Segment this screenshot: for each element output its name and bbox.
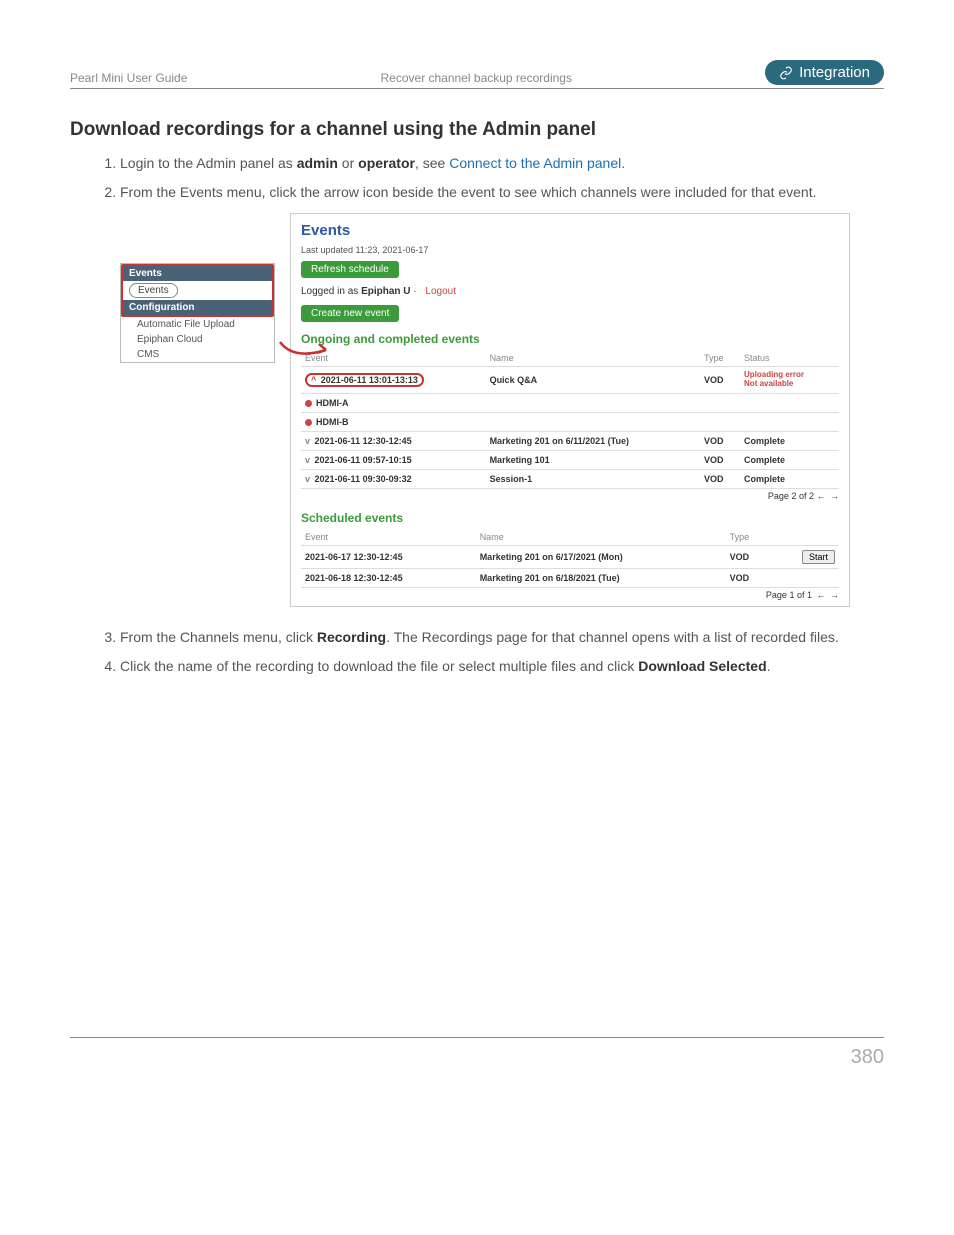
chevron-down-icon[interactable]: v (305, 474, 310, 484)
table-row[interactable]: 2021-06-17 12:30-12:45 Marketing 201 on … (301, 545, 839, 568)
step-2: From the Events menu, click the arrow ic… (120, 182, 884, 203)
chevron-up-icon[interactable]: ^ (311, 375, 316, 385)
screenshot: Events Events Configuration Automatic Fi… (120, 213, 884, 607)
link-icon (779, 66, 793, 80)
sidebar-events-head: Events (123, 266, 272, 281)
prev-page-icon[interactable]: ← (816, 491, 825, 501)
step-4: Click the name of the recording to downl… (120, 656, 884, 677)
create-event-button[interactable]: Create new event (301, 305, 399, 322)
record-dot-icon (305, 400, 312, 407)
sidebar: Events Events Configuration Automatic Fi… (120, 263, 275, 363)
ongoing-heading: Ongoing and completed events (301, 332, 839, 346)
sidebar-item-epiphan-cloud[interactable]: Epiphan Cloud (121, 332, 274, 347)
table-row[interactable]: HDMI-B (301, 412, 839, 431)
table-row[interactable]: ^ 2021-06-11 13:01-13:13 Quick Q&A VOD U… (301, 367, 839, 394)
annotation-arrow-icon (278, 338, 333, 363)
login-line: Logged in as Epiphan U · Logout (301, 286, 839, 297)
table-row[interactable]: HDMI-A (301, 393, 839, 412)
page-title: Download recordings for a channel using … (70, 119, 884, 141)
pager-scheduled: Page 1 of 1 ← → (301, 590, 839, 600)
integration-badge: Integration (765, 60, 884, 85)
table-row[interactable]: v 2021-06-11 09:30-09:32 Session-1 VOD C… (301, 469, 839, 488)
ongoing-table: Event Name Type Status ^ 2021-06-11 13:0… (301, 350, 839, 489)
chevron-down-icon[interactable]: v (305, 455, 310, 465)
table-row[interactable]: v 2021-06-11 12:30-12:45 Marketing 201 o… (301, 431, 839, 450)
start-button[interactable]: Start (802, 550, 835, 564)
scheduled-table: Event Name Type 2021-06-17 12:30-12:45 M… (301, 529, 839, 588)
last-updated: Last updated 11:23, 2021-06-17 (301, 245, 839, 255)
next-page-icon[interactable]: → (830, 491, 839, 501)
step-3: From the Channels menu, click Recording.… (120, 627, 884, 648)
page-number: 380 (70, 1046, 884, 1069)
sidebar-item-events[interactable]: Events (129, 283, 178, 298)
events-title: Events (301, 222, 839, 239)
page-header: Pearl Mini User Guide Recover channel ba… (70, 60, 884, 89)
sidebar-item-autoupload[interactable]: Automatic File Upload (121, 317, 274, 332)
col-name: Name (486, 350, 700, 367)
table-row[interactable]: 2021-06-18 12:30-12:45 Marketing 201 on … (301, 568, 839, 587)
events-panel: Events Last updated 11:23, 2021-06-17 Re… (290, 213, 850, 607)
logout-link[interactable]: Logout (425, 286, 456, 297)
prev-page-icon[interactable]: ← (816, 590, 825, 600)
sidebar-item-cms[interactable]: CMS (121, 347, 274, 362)
table-row[interactable]: v 2021-06-11 09:57-10:15 Marketing 101 V… (301, 450, 839, 469)
pager-ongoing: Page 2 of 2 ← → (301, 491, 839, 501)
footer-rule (70, 1037, 884, 1038)
col-type: Type (700, 350, 740, 367)
record-dot-icon (305, 419, 312, 426)
scheduled-heading: Scheduled events (301, 511, 839, 525)
steps-list: Login to the Admin panel as admin or ope… (70, 153, 884, 203)
steps-list-cont: From the Channels menu, click Recording.… (70, 627, 884, 677)
guide-name: Pearl Mini User Guide (70, 71, 187, 85)
col-status: Status (740, 350, 839, 367)
refresh-schedule-button[interactable]: Refresh schedule (301, 261, 399, 278)
sidebar-config-head: Configuration (123, 300, 272, 315)
connect-admin-link[interactable]: Connect to the Admin panel (449, 155, 621, 171)
section-name: Recover channel backup recordings (381, 71, 572, 85)
step-1: Login to the Admin panel as admin or ope… (120, 153, 884, 174)
next-page-icon[interactable]: → (830, 590, 839, 600)
chevron-down-icon[interactable]: v (305, 436, 310, 446)
